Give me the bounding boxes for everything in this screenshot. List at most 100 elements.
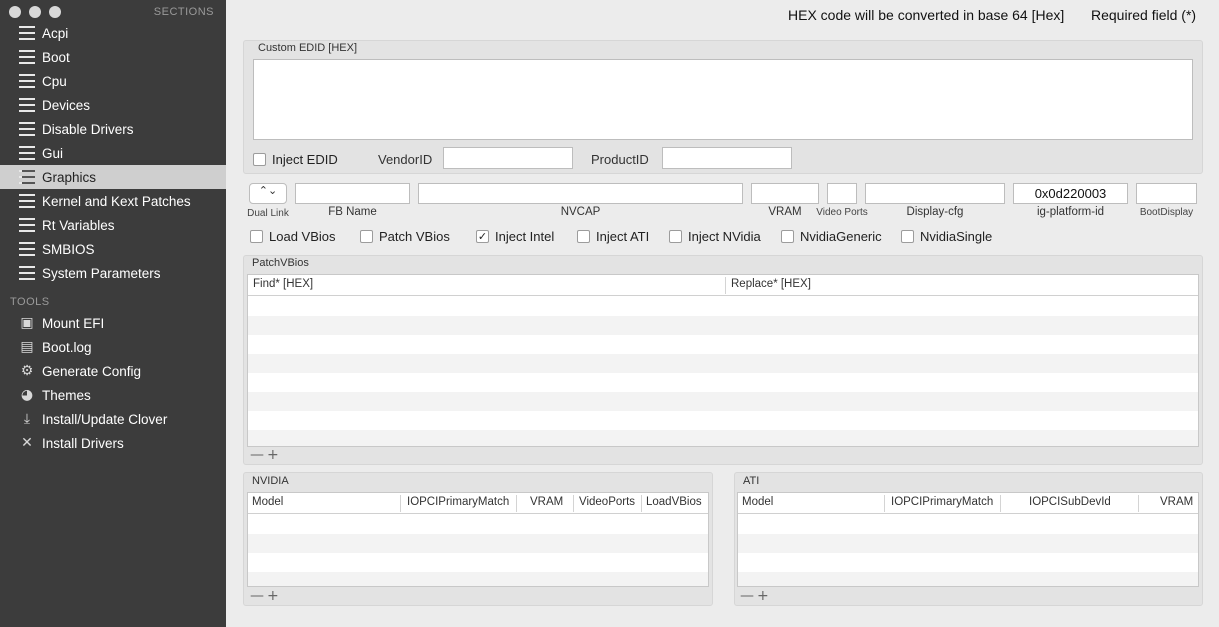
tool-mount-efi[interactable]: ▣ Mount EFI (0, 311, 226, 335)
column-separator (400, 495, 401, 512)
column-iopci-primary-match[interactable]: IOPCIPrimaryMatch (891, 496, 993, 508)
column-separator (516, 495, 517, 512)
load-vbios-checkbox[interactable]: Load VBios (250, 229, 336, 244)
tool-install-drivers[interactable]: ✕ Install Drivers (0, 431, 226, 455)
column-model[interactable]: Model (252, 496, 283, 508)
palette-icon: ◕ (20, 387, 34, 403)
sidebar-item-graphics[interactable]: Graphics (0, 165, 226, 189)
boot-display-field[interactable] (1136, 183, 1197, 204)
nvidia-generic-checkbox[interactable]: NvidiaGeneric (781, 229, 882, 244)
list-icon (19, 74, 35, 88)
checkbox-box (253, 153, 266, 166)
table-row (248, 572, 708, 586)
required-note: Required field (*) (1091, 7, 1197, 23)
column-replace[interactable]: Replace* [HEX] (731, 278, 811, 290)
sidebar: SECTIONS Acpi Boot Cpu Devices Disable D… (0, 0, 226, 627)
column-separator (884, 495, 885, 512)
nvcap-field[interactable] (418, 183, 743, 204)
display-cfg-label: Display-cfg (906, 206, 964, 218)
list-icon (19, 266, 35, 280)
list-icon (19, 170, 35, 184)
nvcap-label: NVCAP (560, 206, 601, 218)
column-vram[interactable]: VRAM (530, 496, 563, 508)
sidebar-item-rt-variables[interactable]: Rt Variables (0, 213, 226, 237)
remove-patch-button[interactable]: — (250, 447, 264, 463)
inject-edid-checkbox[interactable]: Inject EDID (253, 152, 338, 167)
sidebar-item-label: SMBIOS (42, 241, 95, 257)
checkbox-box (577, 230, 590, 243)
sidebar-item-smbios[interactable]: SMBIOS (0, 237, 226, 261)
column-iopci-sub-dev-id[interactable]: IOPCISubDevId (1029, 496, 1111, 508)
sidebar-item-label: Gui (42, 145, 64, 161)
sidebar-item-label: Cpu (42, 73, 67, 89)
column-iopci-primary-match[interactable]: IOPCIPrimaryMatch (407, 496, 509, 508)
product-id-field[interactable] (662, 147, 792, 169)
vram-field[interactable] (751, 183, 819, 204)
sidebar-item-cpu[interactable]: Cpu (0, 69, 226, 93)
sidebar-item-gui[interactable]: Gui (0, 141, 226, 165)
zoom-window-button[interactable] (49, 6, 61, 18)
checkbox-box (360, 230, 373, 243)
patch-vbios-checkbox[interactable]: Patch VBios (360, 229, 450, 244)
dual-link-stepper[interactable]: ⌃⌄ (249, 183, 287, 204)
patch-vbios-table[interactable]: Find* [HEX] Replace* [HEX] (247, 274, 1199, 447)
check-mark-icon: ✓ (476, 230, 489, 243)
checkbox-box (901, 230, 914, 243)
remove-ati-button[interactable]: — (740, 588, 754, 604)
inject-nvidia-checkbox[interactable]: Inject NVidia (669, 229, 761, 244)
vendor-id-field[interactable] (443, 147, 573, 169)
tool-themes[interactable]: ◕ Themes (0, 383, 226, 407)
column-vram[interactable]: VRAM (1160, 496, 1193, 508)
sidebar-item-label: Acpi (42, 25, 69, 41)
remove-nvidia-button[interactable]: — (250, 588, 264, 604)
sidebar-item-devices[interactable]: Devices (0, 93, 226, 117)
add-patch-button[interactable]: + (267, 447, 279, 463)
sidebar-item-kernel-kext-patches[interactable]: Kernel and Kext Patches (0, 189, 226, 213)
column-model[interactable]: Model (742, 496, 773, 508)
tool-label: Boot.log (42, 339, 92, 355)
tool-install-update-clover[interactable]: ⤓ Install/Update Clover (0, 407, 226, 431)
sidebar-item-acpi[interactable]: Acpi (0, 21, 226, 45)
vendor-id-label: VendorID (378, 152, 433, 167)
tool-boot-log[interactable]: ▤ Boot.log (0, 335, 226, 359)
sidebar-item-label: Kernel and Kext Patches (42, 193, 191, 209)
add-nvidia-button[interactable]: + (267, 588, 279, 604)
table-row (738, 534, 1198, 553)
dual-link-label: Dual Link (247, 208, 289, 219)
fb-name-field[interactable] (295, 183, 410, 204)
minimize-window-button[interactable] (29, 6, 41, 18)
sidebar-item-system-parameters[interactable]: System Parameters (0, 261, 226, 285)
sidebar-item-label: System Parameters (42, 265, 161, 281)
gears-icon: ⚙ (20, 363, 34, 379)
checkbox-label: Inject Intel (495, 229, 555, 244)
fb-name-label: FB Name (328, 206, 377, 218)
column-load-vbios[interactable]: LoadVBios (646, 496, 702, 508)
inject-ati-checkbox[interactable]: Inject ATI (577, 229, 649, 244)
add-ati-button[interactable]: + (757, 588, 769, 604)
inject-intel-checkbox[interactable]: ✓ Inject Intel (476, 229, 554, 244)
column-find[interactable]: Find* [HEX] (253, 278, 313, 290)
table-row (248, 392, 1198, 411)
video-ports-field[interactable] (827, 183, 857, 204)
checkbox-label: Load VBios (269, 229, 336, 244)
close-window-button[interactable] (9, 6, 21, 18)
list-icon (19, 218, 35, 232)
tool-generate-config[interactable]: ⚙ Generate Config (0, 359, 226, 383)
list-icon (19, 50, 35, 64)
tool-label: Generate Config (42, 363, 142, 379)
ati-table[interactable]: Model IOPCIPrimaryMatch IOPCISubDevId VR… (737, 492, 1199, 587)
list-icon (19, 242, 35, 256)
display-cfg-field[interactable] (865, 183, 1005, 204)
download-icon: ⤓ (23, 411, 31, 427)
ig-platform-id-field[interactable]: 0x0d220003 (1013, 183, 1128, 204)
checkbox-label: NvidiaGeneric (800, 229, 882, 244)
checkbox-box (669, 230, 682, 243)
nvidia-table[interactable]: Model IOPCIPrimaryMatch VRAM VideoPorts … (247, 492, 709, 587)
custom-edid-textarea[interactable] (253, 59, 1193, 140)
sidebar-item-boot[interactable]: Boot (0, 45, 226, 69)
custom-edid-title: Custom EDID [HEX] (258, 42, 358, 54)
sidebar-item-disable-drivers[interactable]: Disable Drivers (0, 117, 226, 141)
column-separator (573, 495, 574, 512)
nvidia-single-checkbox[interactable]: NvidiaSingle (901, 229, 992, 244)
column-video-ports[interactable]: VideoPorts (579, 496, 635, 508)
